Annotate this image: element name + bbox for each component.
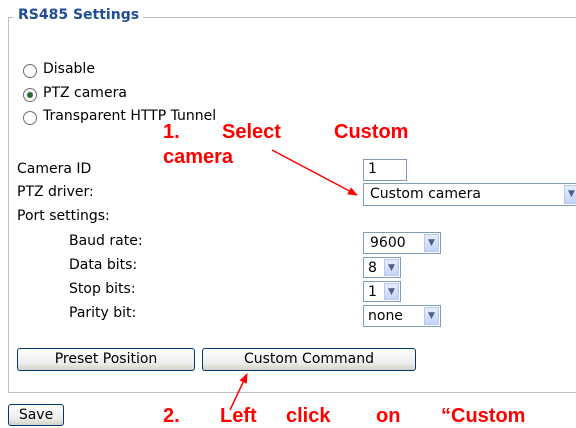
annotation-arrow-2: [229, 373, 248, 411]
annotation-arrows: [229, 149, 358, 411]
annotation-arrow-1: [271, 149, 358, 196]
